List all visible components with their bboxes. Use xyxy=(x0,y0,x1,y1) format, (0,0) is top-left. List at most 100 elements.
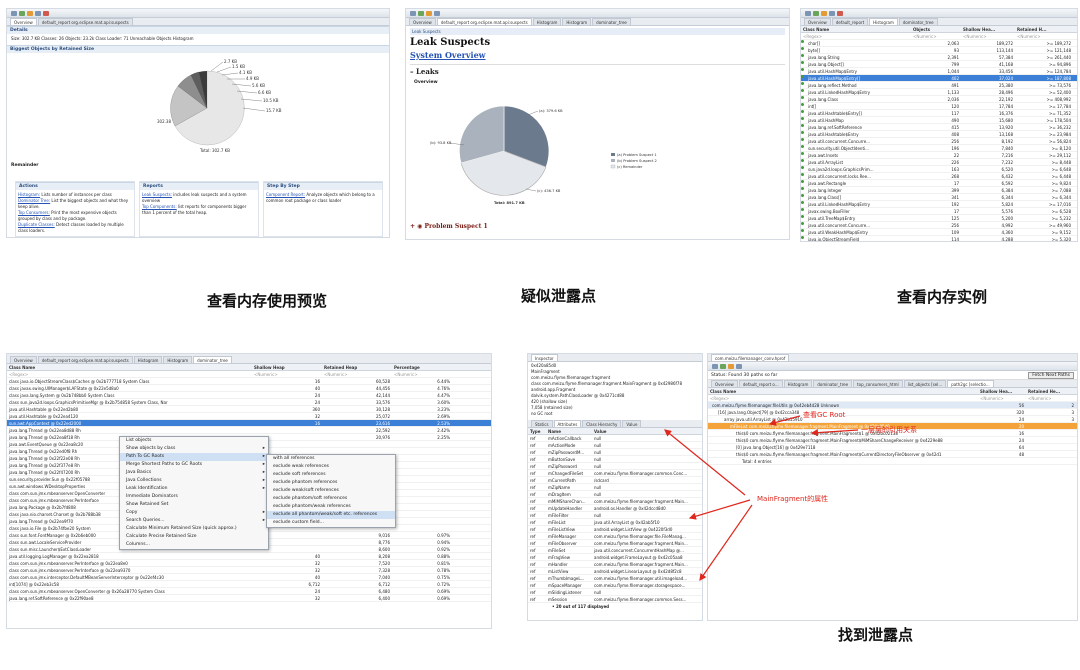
filter-cell[interactable]: <Numeric> xyxy=(1026,395,1076,401)
tree-row[interactable]: this$0 com.meizu.flyme.filemanager.fragm… xyxy=(708,451,1077,458)
attribute-row[interactable]: ref mDragItem null xyxy=(528,491,702,498)
table-row[interactable]: class com.sun.jmx.mbeanserver.PerInterfa… xyxy=(7,567,491,574)
tab-attributes[interactable]: Attributes xyxy=(553,420,582,427)
report-icon[interactable] xyxy=(43,10,49,16)
tab-report[interactable]: default_report xyxy=(831,18,869,25)
submenu-item[interactable]: exclude custom field... xyxy=(267,519,395,527)
column-header[interactable]: Class Name xyxy=(7,364,252,370)
column-header[interactable]: Objects xyxy=(911,26,961,32)
tab-suspects-report[interactable]: default_report org.eclipse.mat.api:suspe… xyxy=(37,356,133,363)
column-header[interactable]: Shallow Hea... xyxy=(961,26,1015,32)
table-row[interactable]: class javax.swing.UIManager$LAFState @ 0… xyxy=(7,385,491,392)
table-row[interactable]: class java.lang.System @ 0x2b748bb0 Syst… xyxy=(7,392,491,399)
submenu-item[interactable]: with all references xyxy=(267,455,395,463)
column-header[interactable]: Value xyxy=(592,428,702,434)
submenu-item[interactable]: exclude phantom/soft references xyxy=(267,495,395,503)
table-row[interactable]: int[] 120 17,784 >= 17,784 xyxy=(801,103,1077,110)
tree-row[interactable]: com.meizu.flyme.filemanager.fileUtils @ … xyxy=(708,402,1077,409)
table-row[interactable]: class com.sun.jmx.mbeanserver.OpenConver… xyxy=(7,588,491,595)
table-row[interactable]: java.lang.Object[] 799 41,168 >= 94,896 xyxy=(801,61,1077,68)
table-row[interactable]: java.lang.Class[] 341 6,344 >= 6,344 xyxy=(801,194,1077,201)
table-row[interactable]: java.util.LinkedHashMap$Entry 192 5,824 >= … xyxy=(801,201,1077,208)
submenu-item[interactable]: exclude weak references xyxy=(267,463,395,471)
table-row[interactable]: java.util.concurrent.Concurre... 256 4,992… xyxy=(801,222,1077,229)
dominator-icon[interactable] xyxy=(821,10,827,16)
table-row[interactable]: java.util.Hashtable @ 0x22ed2b80 360 30,12… xyxy=(7,406,491,413)
table-row[interactable]: java.lang.ref.SoftReference 415 13,920 >= 3… xyxy=(801,124,1077,131)
info-icon[interactable] xyxy=(410,10,416,16)
fetch-next-button[interactable]: Fetch Next Paths xyxy=(1028,371,1074,379)
attribute-row[interactable]: ref mActionCallback null xyxy=(528,435,702,442)
tab-overview[interactable]: Overview xyxy=(711,380,738,387)
tab-histogram-2[interactable]: Histogram xyxy=(163,356,193,363)
problem-suspect-heading[interactable]: + ◉ Problem Suspect 1 xyxy=(410,223,488,230)
tab-suspects-report[interactable]: default_report org.eclipse.mat.api:suspe… xyxy=(37,18,133,25)
item-link[interactable]: Component Report: xyxy=(266,192,305,197)
query-icon[interactable] xyxy=(736,363,742,369)
table-row[interactable]: java.lang.Integer 399 6,384 >= 7,088 xyxy=(801,187,1077,194)
tree-row[interactable]: [0] java.lang.Object[16] @ 0x429e7118 64 xyxy=(708,444,1077,451)
tab-histogram[interactable]: Histogram xyxy=(133,356,163,363)
tree-row[interactable]: [16] java.lang.Object[79] @ 0x42cca348 32… xyxy=(708,409,1077,416)
filter-cell[interactable]: <Numeric> xyxy=(392,371,452,377)
attribute-row[interactable]: ref mSlidingListener null xyxy=(528,589,702,596)
tab-statics[interactable]: Statics xyxy=(531,420,553,427)
table-row[interactable]: java.util.HashMap$Entry 1,044 33,456 >= 124… xyxy=(801,68,1077,75)
item-link[interactable]: Top Consumers: xyxy=(18,210,50,215)
table-row[interactable]: sun.awt.AppContext @ 0x22ed2000 16 23,616 2… xyxy=(7,420,491,427)
item-link[interactable]: Duplicate Classes: xyxy=(18,222,55,227)
tab-dominator-tree[interactable]: dominator_tree xyxy=(592,18,631,25)
dominator-icon[interactable] xyxy=(728,363,734,369)
breadcrumb[interactable]: Leak Suspects xyxy=(410,28,785,35)
submenu-item[interactable]: exclude phantom references xyxy=(267,479,395,487)
table-row[interactable]: class com.sun.jmx.mbeanserver.PerInterfa… xyxy=(7,560,491,567)
column-header[interactable]: Shallow Hea... xyxy=(978,388,1026,394)
attributes-more[interactable]: • 20 out of 117 displayed xyxy=(528,603,702,610)
tab-list-objects[interactable]: list_objects [sel... xyxy=(903,380,947,387)
table-row[interactable]: class java.io.ObjectStreamClass$Caches @… xyxy=(7,378,491,385)
filter-cell[interactable]: <Numeric> xyxy=(252,371,322,377)
attribute-row[interactable]: ref mCurrentPath/sdcard xyxy=(528,477,702,484)
table-row[interactable]: sun.security.util.ObjectIdenti... 196 7,84… xyxy=(801,145,1077,152)
table-row[interactable]: sun.java2d.loops.GraphicsPrim... 163 6,520… xyxy=(801,166,1077,173)
tab-histogram[interactable]: Histogram xyxy=(783,380,813,387)
attribute-row[interactable]: ref mFileObserver com.meizu.flyme.filemana… xyxy=(528,540,702,547)
menu-item[interactable]: Calculate Precise Retained Size xyxy=(120,533,268,541)
details-header[interactable]: Details xyxy=(7,26,389,34)
filter-cell[interactable]: <Numeric> xyxy=(911,33,961,39)
histogram-icon[interactable] xyxy=(813,10,819,16)
table-row[interactable]: java.util.TreeMap$Entry 125 5,200 >= 5,232 xyxy=(801,215,1077,222)
menu-item[interactable]: Search Queries... ▸ xyxy=(120,517,268,525)
column-header[interactable]: Name xyxy=(546,428,592,434)
table-row[interactable]: java.lang.String 2,391 57,384 >= 261,440 xyxy=(801,54,1077,61)
table-row[interactable]: java.lang.ref.SoftReference @ 0x22f90ae8… xyxy=(7,595,491,602)
column-header[interactable]: Retained Heap xyxy=(322,364,392,370)
menu-item[interactable]: Columns... xyxy=(120,541,268,549)
attribute-row[interactable]: ref mZipName null xyxy=(528,484,702,491)
menu-item[interactable]: Merge Shortest Paths to GC Roots ▸ xyxy=(120,461,268,469)
table-row[interactable]: class sun.java2d.loops.GraphicsPrimitive… xyxy=(7,399,491,406)
table-row[interactable]: java.util.WeakHashMap$Entry 109 4,360 >= 9,… xyxy=(801,229,1077,236)
tab-value[interactable]: Value xyxy=(622,420,642,427)
menu-item[interactable]: Calculate Minimum Retained Size (quick a… xyxy=(120,525,268,533)
table-row[interactable]: java.io.ObjectStreamField 114 4,288 >= 5,32… xyxy=(801,236,1077,241)
tab-overview[interactable]: Overview xyxy=(409,18,436,25)
attribute-row[interactable]: ref mZipPassword null xyxy=(528,463,702,470)
tab-path2gc[interactable]: path2gc [selectio... xyxy=(947,380,994,387)
table-row[interactable]: int[1074] @ 0x22eb3c58 6,712 6,712 0.72% xyxy=(7,581,491,588)
table-row[interactable]: java.lang.reflect.Method 491 25,380 >= 73,5… xyxy=(801,82,1077,89)
histogram-icon[interactable] xyxy=(19,10,25,16)
info-icon[interactable] xyxy=(11,10,17,16)
table-row[interactable]: javax.swing.BoxFiller 17 5,576 >= 6,528 xyxy=(801,208,1077,215)
histogram-icon[interactable] xyxy=(720,363,726,369)
reports-header[interactable]: Reports xyxy=(140,182,258,190)
table-row[interactable]: java.lang.Class 2,036 22,192 >= 408,992 xyxy=(801,96,1077,103)
tab-histogram[interactable]: Histogram xyxy=(869,18,898,25)
menu-item[interactable]: Immediate Dominators xyxy=(120,493,268,501)
menu-item[interactable]: Show objects by class ▸ xyxy=(120,445,268,453)
item-link[interactable]: Histogram: xyxy=(18,192,40,197)
attribute-row[interactable]: ref mFileFilter null xyxy=(528,512,702,519)
tab-dominator-tree[interactable]: dominator_tree xyxy=(813,380,853,387)
info-icon[interactable] xyxy=(805,10,811,16)
tree-row[interactable]: Total: 4 entries xyxy=(708,458,1077,465)
